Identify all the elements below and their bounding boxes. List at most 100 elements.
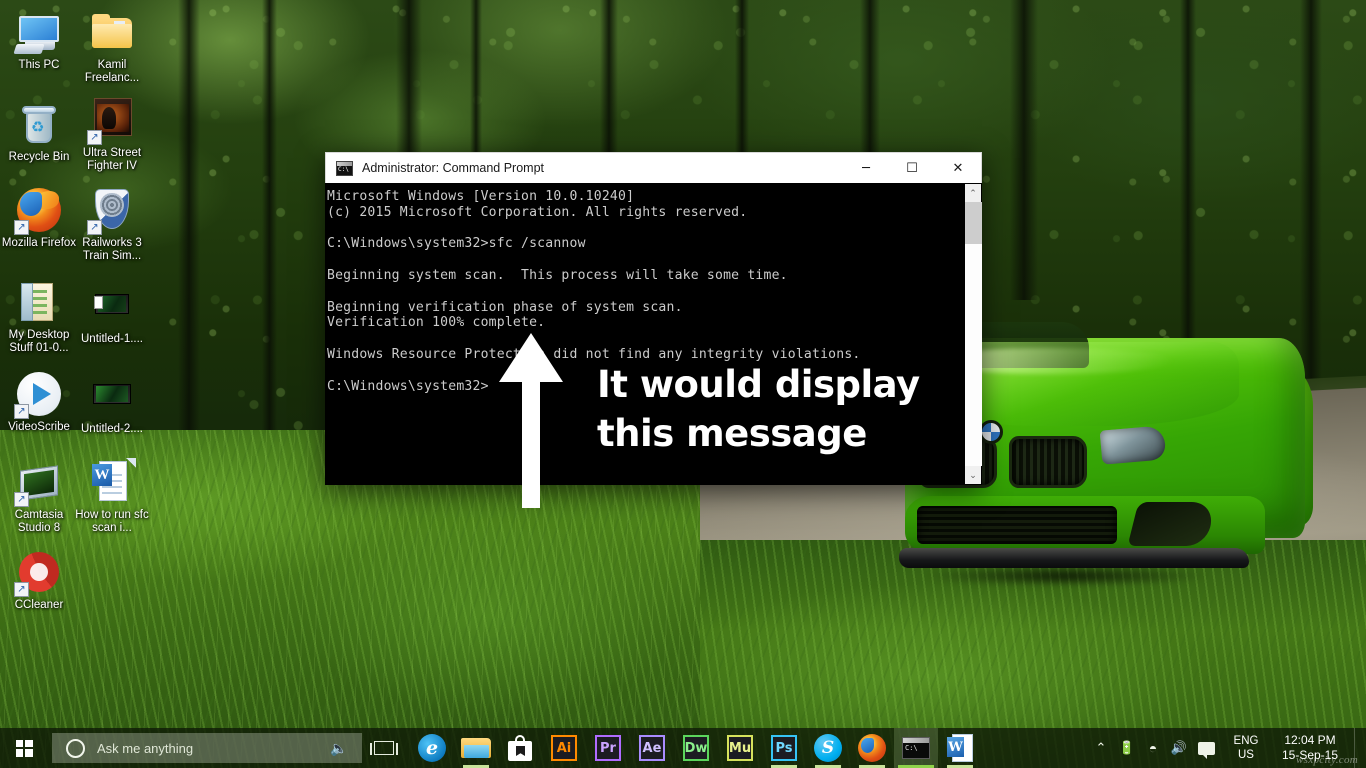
taskbar-word[interactable]: W	[938, 728, 982, 768]
shortcut-overlay-icon: ↗	[14, 404, 29, 419]
action-center-button[interactable]	[1192, 728, 1220, 768]
search-input[interactable]: Ask me anything 🔈	[52, 733, 362, 763]
maximize-button[interactable]: ☐	[889, 153, 935, 184]
search-placeholder: Ask me anything	[97, 740, 194, 756]
car-badge	[979, 420, 1003, 444]
wifi-icon[interactable]: ◓	[1140, 728, 1166, 768]
language-indicator[interactable]: ENG US	[1226, 734, 1266, 762]
desktop-icon-label: Railworks 3 Train Sim...	[82, 237, 142, 262]
taskbar-file-explorer[interactable]	[454, 728, 498, 768]
taskbar-firefox[interactable]	[850, 728, 894, 768]
console-line: C:\Windows\system32>sfc /scannow	[327, 236, 586, 252]
console-line: Windows Resource Protection did not find…	[327, 346, 861, 362]
desktop-icon-label: Untitled-1....	[81, 333, 143, 345]
store-icon	[508, 735, 532, 761]
action-center-icon	[1197, 741, 1215, 759]
scrollbar-track[interactable]	[964, 202, 982, 466]
console-line: C:\Windows\system32>	[327, 378, 489, 394]
windows-logo-icon	[15, 739, 33, 757]
task-view-icon	[370, 741, 398, 755]
desktop-icon-videoscribe[interactable]: ↗ VideoScribe	[0, 370, 78, 434]
scrollbar-thumb[interactable]	[964, 202, 982, 244]
console-scrollbar[interactable]: ⌃ ⌄	[964, 184, 982, 484]
scroll-down-icon[interactable]: ⌄	[965, 466, 982, 484]
task-view-button[interactable]	[362, 728, 406, 768]
console-line: (c) 2015 Microsoft Corporation. All righ…	[327, 204, 748, 220]
desktop-icon-camtasia-studio-8[interactable]: ↗ Camtasia Studio 8	[0, 458, 78, 535]
window-titlebar[interactable]: C:\ Administrator: Command Prompt ─ ☐ ✕	[325, 152, 982, 183]
start-button[interactable]	[0, 728, 48, 768]
word-icon: W	[947, 734, 973, 762]
desktop-icon-ultra-street-fighter-iv[interactable]: ↗ Ultra Street Fighter IV	[73, 96, 151, 173]
firefox-icon	[858, 734, 886, 762]
taskbar-illustrator[interactable]: Ai	[542, 728, 586, 768]
folder-icon	[88, 8, 136, 56]
console-line: Microsoft Windows [Version 10.0.10240]	[327, 189, 635, 204]
desktop-icon-ccleaner[interactable]: ↗ CCleaner	[0, 548, 78, 612]
command-prompt-icon: C:\	[336, 160, 353, 176]
taskbar-after-effects[interactable]: Ae	[630, 728, 674, 768]
desktop-icon-label: Mozilla Firefox	[1, 237, 77, 249]
microphone-icon[interactable]: 🔈	[326, 741, 352, 755]
taskbar-dreamweaver[interactable]: Dw	[674, 728, 718, 768]
taskbar-premiere-pro[interactable]: Pr	[586, 728, 630, 768]
console-line: Beginning system scan. This process will…	[327, 267, 788, 283]
taskbar-skype[interactable]: S	[806, 728, 850, 768]
desktop-icon-my-desktop-stuff[interactable]: My Desktop Stuff 01-0...	[0, 278, 78, 355]
cortana-icon[interactable]	[66, 738, 85, 758]
desktop-icon-label: Ultra Street Fighter IV	[82, 147, 142, 172]
this-pc-icon	[13, 8, 63, 56]
command-prompt-window[interactable]: C:\ Administrator: Command Prompt ─ ☐ ✕ …	[325, 152, 982, 485]
shortcut-overlay-icon: ↗	[14, 220, 29, 235]
shortcut-overlay-icon: ↗	[14, 492, 29, 507]
car-front-splitter	[899, 548, 1249, 568]
console-body[interactable]: Microsoft Windows [Version 10.0.10240] (c…	[325, 183, 982, 485]
taskbar-command-prompt[interactable]: C:\	[894, 728, 938, 768]
clock-date: 15-Sep-15	[1281, 748, 1339, 762]
scroll-up-icon[interactable]: ⌃	[965, 184, 982, 202]
battery-icon[interactable]: 🔋	[1114, 728, 1140, 768]
show-hidden-icons-icon[interactable]: ⌃	[1088, 728, 1114, 768]
desktop-icon-label: VideoScribe	[8, 421, 70, 433]
recycle-bin-icon: ♻	[15, 100, 63, 148]
image-file-icon	[88, 372, 136, 420]
taskbar[interactable]: Ask me anything 🔈 e Ai Pr Ae Dw Mu Ps S …	[0, 728, 1366, 768]
photoshop-icon: Ps	[771, 735, 797, 761]
taskbar-photoshop[interactable]: Ps	[762, 728, 806, 768]
taskbar-muse[interactable]: Mu	[718, 728, 762, 768]
desktop-icon-railworks-3[interactable]: ↗ Railworks 3 Train Sim...	[73, 186, 151, 263]
desktop-icon-this-pc[interactable]: This PC	[0, 8, 78, 72]
show-desktop-button[interactable]	[1354, 728, 1362, 768]
desktop-icon-label: My Desktop Stuff 01-0...	[8, 329, 70, 354]
close-button[interactable]: ✕	[935, 153, 981, 184]
minimize-button[interactable]: ─	[843, 153, 889, 184]
desktop-icon-mozilla-firefox[interactable]: ↗ Mozilla Firefox	[0, 186, 78, 250]
desktop-icon-how-to-run-sfc-scan[interactable]: W How to run sfc scan i...	[73, 458, 151, 535]
desktop-icon-untitled-1[interactable]: Untitled-1....	[73, 282, 151, 346]
desktop-icon-label: Untitled-2....	[81, 423, 143, 435]
desktop-icon-untitled-2[interactable]: Untitled-2....	[73, 372, 151, 436]
premiere-pro-icon: Pr	[595, 735, 621, 761]
desktop-icon-label: How to run sfc scan i...	[75, 509, 149, 534]
language-line-2: US	[1238, 749, 1254, 761]
volume-icon[interactable]: 🔊	[1166, 728, 1192, 768]
word-document-icon: W	[88, 458, 136, 506]
ultra-street-fighter-iv-icon: ↗	[87, 96, 136, 145]
desktop-icon-kamil-freelance[interactable]: Kamil Freelanc...	[73, 8, 151, 85]
desktop-icon-label: CCleaner	[14, 599, 64, 611]
car-grille-right	[1009, 436, 1087, 488]
documents-folder-icon	[15, 278, 63, 326]
clock[interactable]: 12:04 PM 15-Sep-15	[1272, 733, 1348, 763]
taskbar-edge[interactable]: e	[410, 728, 454, 768]
after-effects-icon: Ae	[639, 735, 665, 761]
desktop-icon-label: Recycle Bin	[8, 151, 70, 163]
desktop-icon-recycle-bin[interactable]: ♻ Recycle Bin	[0, 100, 78, 164]
car-headlight	[1099, 425, 1167, 465]
car-air-intake	[917, 506, 1117, 544]
taskbar-store[interactable]	[498, 728, 542, 768]
window-title: Administrator: Command Prompt	[362, 161, 545, 175]
